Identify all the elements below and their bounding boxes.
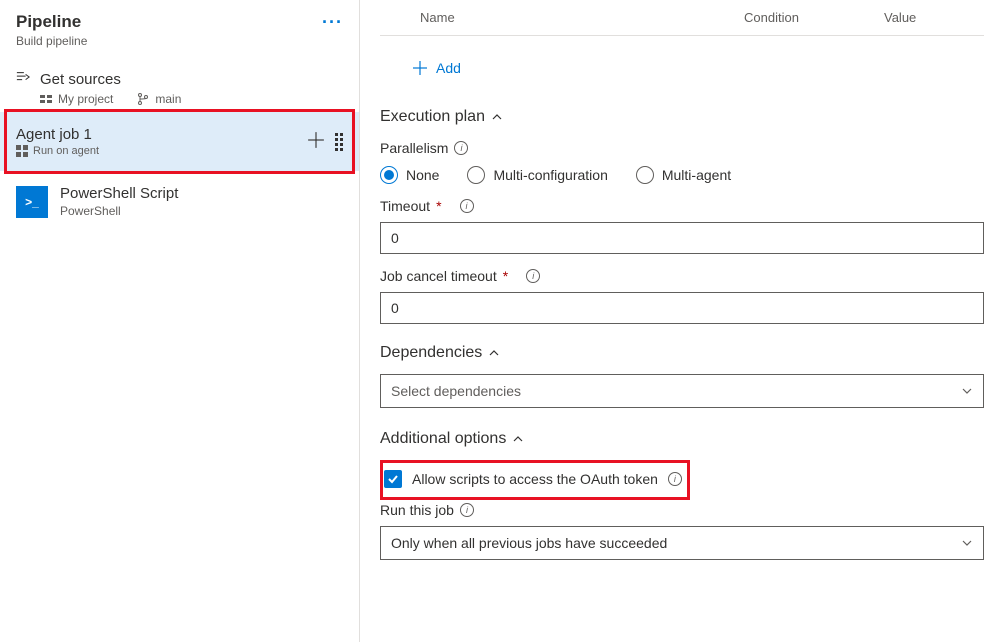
branch-icon: [137, 93, 149, 105]
chevron-down-icon: [961, 385, 973, 397]
details-panel: Name Condition Value Add Execution plan …: [360, 0, 1004, 642]
powershell-task-subtitle: PowerShell: [60, 204, 178, 218]
parallelism-label: Parallelism: [380, 140, 448, 156]
timeout-label: Timeout: [380, 198, 430, 214]
variable-column-headers: Name Condition Value: [380, 0, 984, 36]
run-this-job-label: Run this job: [380, 502, 454, 518]
drag-handle-icon[interactable]: [335, 133, 343, 151]
dependencies-header[interactable]: Dependencies: [380, 344, 984, 362]
add-task-icon[interactable]: [307, 131, 325, 152]
col-value: Value: [884, 10, 984, 25]
execution-plan-header[interactable]: Execution plan: [380, 108, 984, 126]
agent-icon: [16, 145, 28, 157]
get-sources-label: Get sources: [40, 71, 121, 88]
col-name: Name: [420, 10, 744, 25]
get-sources-row[interactable]: Get sources My project main: [0, 60, 359, 112]
sources-icon: [16, 70, 30, 88]
timeout-input[interactable]: [380, 222, 984, 254]
radio-multi-configuration[interactable]: Multi-configuration: [467, 166, 607, 184]
oauth-token-checkbox-row[interactable]: Allow scripts to access the OAuth token …: [380, 462, 984, 496]
chevron-down-icon: [961, 537, 973, 549]
pipeline-tree-panel: Pipeline Build pipeline ··· Get sources …: [0, 0, 360, 642]
project-icon: [40, 93, 52, 105]
col-condition: Condition: [744, 10, 884, 25]
run-condition-select[interactable]: Only when all previous jobs have succeed…: [380, 526, 984, 560]
job-cancel-timeout-label: Job cancel timeout: [380, 268, 497, 284]
info-icon[interactable]: i: [526, 269, 540, 283]
powershell-task-row[interactable]: >_ PowerShell Script PowerShell: [0, 171, 359, 232]
info-icon[interactable]: i: [460, 199, 474, 213]
oauth-token-label: Allow scripts to access the OAuth token: [412, 471, 658, 487]
radio-none[interactable]: None: [380, 166, 439, 184]
agent-job-title: Agent job 1: [16, 126, 99, 143]
radio-multi-agent[interactable]: Multi-agent: [636, 166, 731, 184]
powershell-task-title: PowerShell Script: [60, 185, 178, 202]
pipeline-header-row: Pipeline Build pipeline ···: [0, 0, 359, 60]
powershell-icon: >_: [16, 186, 48, 218]
additional-options-header[interactable]: Additional options: [380, 430, 984, 448]
add-variable-button[interactable]: Add: [380, 36, 984, 100]
chevron-up-icon: [491, 111, 503, 123]
info-icon[interactable]: i: [454, 141, 468, 155]
pipeline-title: Pipeline: [16, 12, 87, 32]
branch-name: main: [155, 92, 181, 106]
parallelism-radio-group: None Multi-configuration Multi-agent: [380, 166, 984, 184]
info-icon[interactable]: i: [460, 503, 474, 517]
pipeline-subtitle: Build pipeline: [16, 34, 87, 48]
chevron-up-icon: [512, 433, 524, 445]
agent-job-row[interactable]: Agent job 1 Run on agent: [0, 112, 359, 171]
checkbox-checked-icon[interactable]: [384, 470, 402, 488]
more-actions-icon[interactable]: ···: [322, 12, 343, 33]
project-name: My project: [58, 92, 113, 106]
info-icon[interactable]: i: [668, 472, 682, 486]
dependencies-select[interactable]: Select dependencies: [380, 374, 984, 408]
add-label: Add: [436, 60, 461, 76]
agent-job-subtitle: Run on agent: [33, 145, 99, 157]
chevron-up-icon: [488, 347, 500, 359]
job-cancel-timeout-input[interactable]: [380, 292, 984, 324]
